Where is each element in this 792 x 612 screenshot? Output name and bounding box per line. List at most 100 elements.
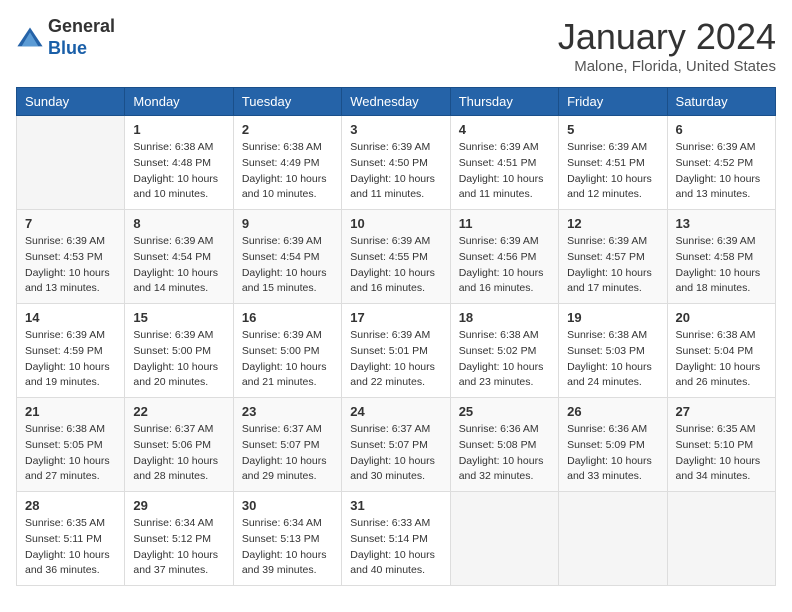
calendar-cell: 25Sunrise: 6:36 AMSunset: 5:08 PMDayligh…: [450, 398, 558, 492]
day-number: 26: [567, 404, 658, 419]
day-number: 30: [242, 498, 333, 513]
day-number: 21: [25, 404, 116, 419]
day-number: 14: [25, 310, 116, 325]
day-number: 18: [459, 310, 550, 325]
day-info: Sunrise: 6:39 AMSunset: 4:59 PMDaylight:…: [25, 328, 116, 391]
day-number: 19: [567, 310, 658, 325]
calendar-cell: 9 Sunrise: 6:39 AMSunset: 4:54 PMDaylight…: [233, 210, 341, 304]
column-header-monday: Monday: [125, 88, 233, 116]
day-info: Sunrise: 6:39 AMSunset: 4:51 PMDaylight:…: [567, 140, 658, 203]
calendar-cell: 21 Sunrise: 6:38 AMSunset: 5:05 PMDayligh…: [17, 398, 125, 492]
day-number: 29: [133, 498, 224, 513]
column-header-tuesday: Tuesday: [233, 88, 341, 116]
day-info: Sunrise: 6:35 AMSunset: 5:10 PMDaylight:…: [676, 422, 767, 485]
day-number: 8: [133, 216, 224, 231]
week-row-2: 7Sunrise: 6:39 AMSunset: 4:53 PMDaylight…: [17, 210, 776, 304]
calendar-cell: [667, 492, 775, 586]
day-number: 5: [567, 122, 658, 137]
week-row-3: 14 Sunrise: 6:39 AMSunset: 4:59 PMDayligh…: [17, 304, 776, 398]
calendar-cell: 30 Sunrise: 6:34 AMSunset: 5:13 PMDayligh…: [233, 492, 341, 586]
day-number: 23: [242, 404, 333, 419]
calendar-cell: 8 Sunrise: 6:39 AMSunset: 4:54 PMDaylight…: [125, 210, 233, 304]
day-number: 12: [567, 216, 658, 231]
column-header-thursday: Thursday: [450, 88, 558, 116]
calendar-subtitle: Malone, Florida, United States: [558, 58, 776, 75]
day-info: Sunrise: 6:37 AMSunset: 5:07 PMDaylight:…: [242, 422, 333, 485]
calendar-cell: 18 Sunrise: 6:38 AMSunset: 5:02 PMDayligh…: [450, 304, 558, 398]
column-header-wednesday: Wednesday: [342, 88, 450, 116]
calendar-cell: 16Sunrise: 6:39 AMSunset: 5:00 PMDayligh…: [233, 304, 341, 398]
calendar-header-row: SundayMondayTuesdayWednesdayThursdayFrid…: [17, 88, 776, 116]
calendar-cell: [450, 492, 558, 586]
day-number: 2: [242, 122, 333, 137]
day-info: Sunrise: 6:35 AMSunset: 5:11 PMDaylight:…: [25, 516, 116, 579]
logo-general: General: [48, 16, 115, 36]
calendar-table: SundayMondayTuesdayWednesdayThursdayFrid…: [16, 87, 776, 586]
calendar-cell: 20 Sunrise: 6:38 AMSunset: 5:04 PMDayligh…: [667, 304, 775, 398]
day-number: 6: [676, 122, 767, 137]
calendar-cell: 23 Sunrise: 6:37 AMSunset: 5:07 PMDayligh…: [233, 398, 341, 492]
day-number: 1: [133, 122, 224, 137]
day-info: Sunrise: 6:39 AMSunset: 4:51 PMDaylight:…: [459, 140, 550, 203]
day-info: Sunrise: 6:39 AMSunset: 4:52 PMDaylight:…: [676, 140, 767, 203]
logo-blue: Blue: [48, 38, 87, 58]
calendar-cell: [559, 492, 667, 586]
day-info: Sunrise: 6:34 AMSunset: 5:12 PMDaylight:…: [133, 516, 224, 579]
week-row-1: 1 Sunrise: 6:38 AMSunset: 4:48 PMDaylight…: [17, 116, 776, 210]
logo-text: General Blue: [48, 16, 115, 59]
day-info: Sunrise: 6:39 AMSunset: 4:53 PMDaylight:…: [25, 234, 116, 297]
day-info: Sunrise: 6:38 AMSunset: 5:04 PMDaylight:…: [676, 328, 767, 391]
calendar-cell: 4 Sunrise: 6:39 AMSunset: 4:51 PMDaylight…: [450, 116, 558, 210]
day-number: 11: [459, 216, 550, 231]
calendar-cell: 11Sunrise: 6:39 AMSunset: 4:56 PMDayligh…: [450, 210, 558, 304]
day-number: 22: [133, 404, 224, 419]
logo: General Blue: [16, 16, 115, 59]
day-info: Sunrise: 6:39 AMSunset: 4:55 PMDaylight:…: [350, 234, 441, 297]
calendar-cell: 26Sunrise: 6:36 AMSunset: 5:09 PMDayligh…: [559, 398, 667, 492]
day-info: Sunrise: 6:37 AMSunset: 5:06 PMDaylight:…: [133, 422, 224, 485]
calendar-cell: 31 Sunrise: 6:33 AMSunset: 5:14 PMDayligh…: [342, 492, 450, 586]
week-row-4: 21 Sunrise: 6:38 AMSunset: 5:05 PMDayligh…: [17, 398, 776, 492]
calendar-cell: 17 Sunrise: 6:39 AMSunset: 5:01 PMDayligh…: [342, 304, 450, 398]
day-number: 31: [350, 498, 441, 513]
day-number: 13: [676, 216, 767, 231]
day-number: 25: [459, 404, 550, 419]
calendar-cell: 7Sunrise: 6:39 AMSunset: 4:53 PMDaylight…: [17, 210, 125, 304]
week-row-5: 28 Sunrise: 6:35 AMSunset: 5:11 PMDayligh…: [17, 492, 776, 586]
calendar-cell: 3Sunrise: 6:39 AMSunset: 4:50 PMDaylight…: [342, 116, 450, 210]
day-number: 16: [242, 310, 333, 325]
day-info: Sunrise: 6:39 AMSunset: 4:57 PMDaylight:…: [567, 234, 658, 297]
day-number: 9: [242, 216, 333, 231]
day-info: Sunrise: 6:33 AMSunset: 5:14 PMDaylight:…: [350, 516, 441, 579]
day-number: 4: [459, 122, 550, 137]
page-header: General Blue January 2024 Malone, Florid…: [16, 16, 776, 75]
day-info: Sunrise: 6:39 AMSunset: 4:54 PMDaylight:…: [242, 234, 333, 297]
calendar-cell: 10 Sunrise: 6:39 AMSunset: 4:55 PMDayligh…: [342, 210, 450, 304]
day-number: 17: [350, 310, 441, 325]
column-header-saturday: Saturday: [667, 88, 775, 116]
day-info: Sunrise: 6:37 AMSunset: 5:07 PMDaylight:…: [350, 422, 441, 485]
day-number: 10: [350, 216, 441, 231]
calendar-cell: 14 Sunrise: 6:39 AMSunset: 4:59 PMDayligh…: [17, 304, 125, 398]
calendar-title: January 2024: [558, 16, 776, 58]
calendar-cell: 6 Sunrise: 6:39 AMSunset: 4:52 PMDaylight…: [667, 116, 775, 210]
column-header-friday: Friday: [559, 88, 667, 116]
calendar-cell: 5 Sunrise: 6:39 AMSunset: 4:51 PMDaylight…: [559, 116, 667, 210]
day-info: Sunrise: 6:39 AMSunset: 5:00 PMDaylight:…: [133, 328, 224, 391]
day-info: Sunrise: 6:38 AMSunset: 5:02 PMDaylight:…: [459, 328, 550, 391]
calendar-cell: 24Sunrise: 6:37 AMSunset: 5:07 PMDayligh…: [342, 398, 450, 492]
day-info: Sunrise: 6:39 AMSunset: 4:54 PMDaylight:…: [133, 234, 224, 297]
calendar-cell: 27Sunrise: 6:35 AMSunset: 5:10 PMDayligh…: [667, 398, 775, 492]
calendar-cell: 13Sunrise: 6:39 AMSunset: 4:58 PMDayligh…: [667, 210, 775, 304]
calendar-cell: 2Sunrise: 6:38 AMSunset: 4:49 PMDaylight…: [233, 116, 341, 210]
day-number: 28: [25, 498, 116, 513]
day-info: Sunrise: 6:39 AMSunset: 5:01 PMDaylight:…: [350, 328, 441, 391]
calendar-cell: 15 Sunrise: 6:39 AMSunset: 5:00 PMDayligh…: [125, 304, 233, 398]
calendar-cell: 28 Sunrise: 6:35 AMSunset: 5:11 PMDayligh…: [17, 492, 125, 586]
day-info: Sunrise: 6:34 AMSunset: 5:13 PMDaylight:…: [242, 516, 333, 579]
day-number: 15: [133, 310, 224, 325]
day-info: Sunrise: 6:38 AMSunset: 5:05 PMDaylight:…: [25, 422, 116, 485]
calendar-cell: 12 Sunrise: 6:39 AMSunset: 4:57 PMDayligh…: [559, 210, 667, 304]
day-info: Sunrise: 6:38 AMSunset: 4:48 PMDaylight:…: [133, 140, 224, 203]
day-number: 20: [676, 310, 767, 325]
